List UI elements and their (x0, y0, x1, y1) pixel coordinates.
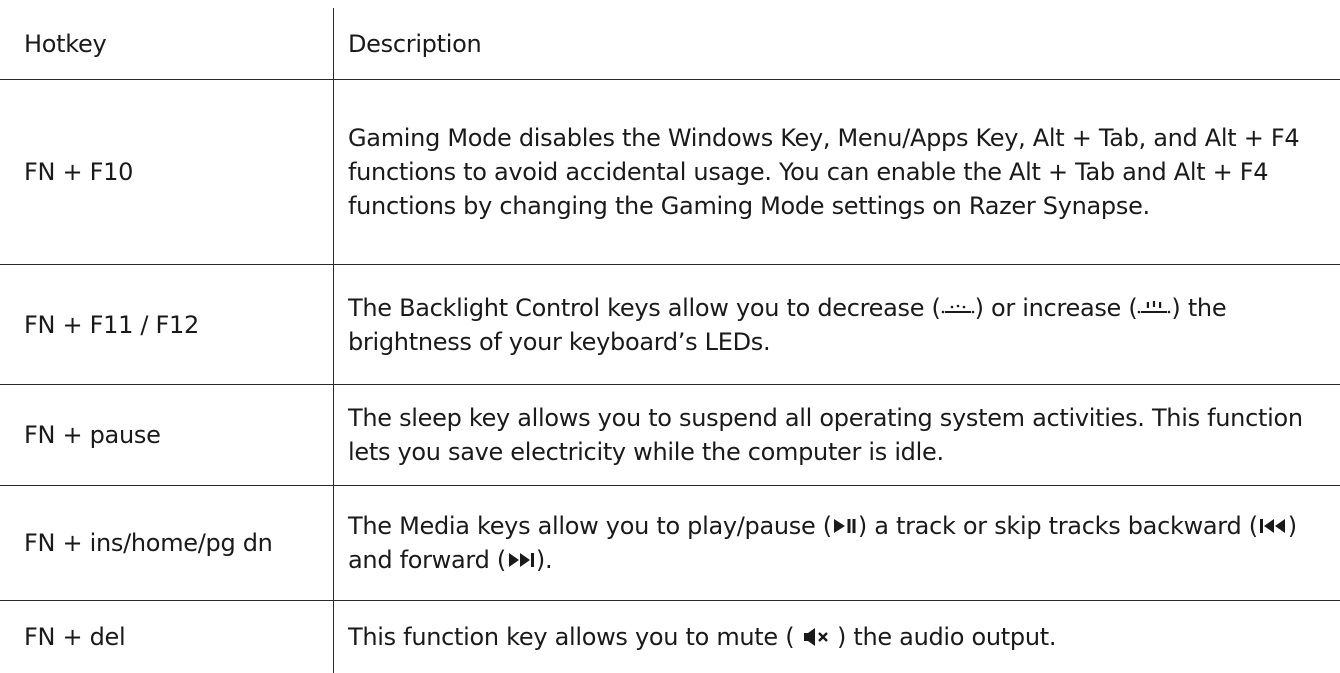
description-fragment: ) the audio output. (836, 623, 1057, 651)
header-description: Description (348, 29, 482, 58)
description-fragment: ) or increase ( (974, 293, 1138, 322)
description-fragment: ) a track or skip tracks backward ( (857, 512, 1258, 540)
hotkey-cell: FN + pause (24, 421, 161, 449)
brightness-up-icon (1137, 296, 1171, 318)
description-text: Gaming Mode disables the Windows Key, Me… (348, 124, 1300, 220)
next-track-icon (506, 550, 536, 570)
header-hotkey: Hotkey (24, 29, 107, 58)
description-cell: Gaming Mode disables the Windows Key, Me… (348, 80, 1333, 264)
description-cell: The sleep key allows you to suspend all … (348, 385, 1333, 485)
description-text: The Media keys allow you to play/pause (… (348, 509, 1333, 577)
column-divider (333, 8, 334, 673)
description-fragment: ). (535, 546, 553, 574)
description-text: The Backlight Control keys allow you to … (348, 291, 1333, 359)
hotkey-cell: FN + del (24, 623, 126, 651)
description-fragment: This function key allows you to mute ( (348, 623, 795, 651)
hotkey-cell: FN + ins/home/pg dn (24, 529, 273, 557)
description-cell: This function key allows you to mute ( )… (348, 601, 1333, 673)
hotkey-cell: FN + F11 / F12 (24, 310, 199, 339)
description-cell: The Media keys allow you to play/pause (… (348, 486, 1333, 600)
description-text: The sleep key allows you to suspend all … (348, 404, 1303, 466)
play-pause-icon (832, 516, 858, 536)
brightness-down-icon (941, 296, 975, 318)
description-cell: The Backlight Control keys allow you to … (348, 265, 1333, 384)
hotkey-cell: FN + F10 (24, 158, 134, 186)
description-fragment: The Media keys allow you to play/pause ( (348, 512, 832, 540)
description-text: This function key allows you to mute ( )… (348, 620, 1057, 654)
description-fragment: The Backlight Control keys allow you to … (348, 293, 941, 322)
previous-track-icon (1258, 516, 1288, 536)
mute-icon (802, 627, 830, 647)
